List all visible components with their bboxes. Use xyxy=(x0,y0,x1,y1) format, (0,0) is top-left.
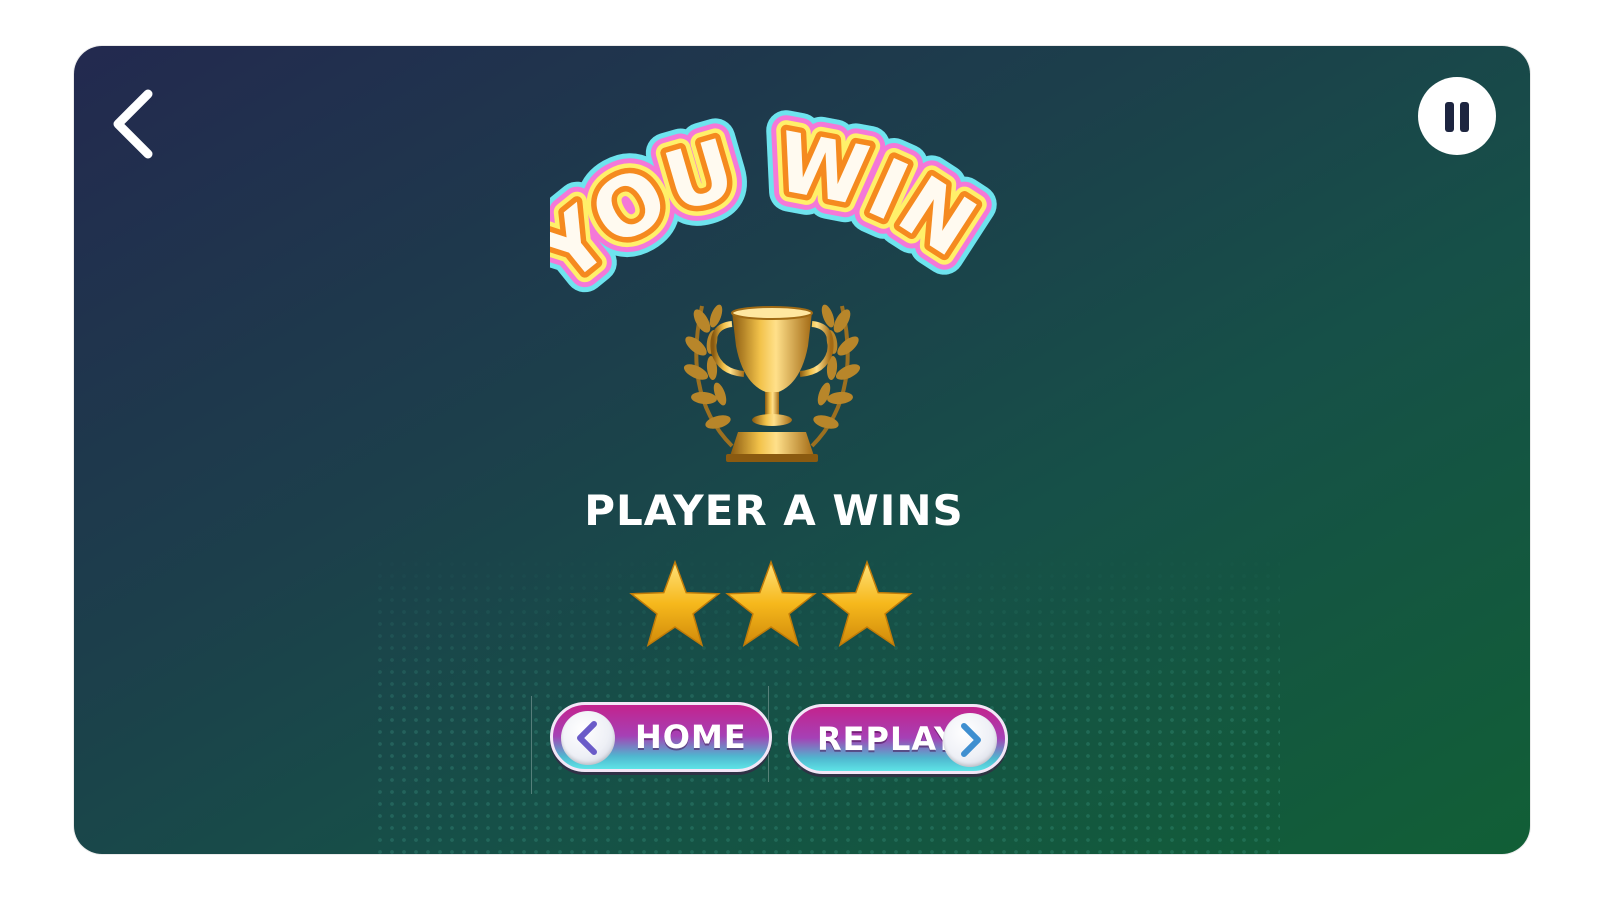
divider-line xyxy=(531,696,532,794)
replay-button[interactable]: REPLAY xyxy=(788,704,1008,774)
svg-text:YOU WIN!: YOU WIN! xyxy=(550,108,993,298)
star-icon xyxy=(629,559,721,647)
chevron-left-icon xyxy=(113,89,153,159)
home-arrow-circle xyxy=(561,711,615,765)
chevron-left-icon xyxy=(577,721,597,755)
home-button-label: HOME xyxy=(635,718,747,756)
star-rating xyxy=(629,559,913,647)
pause-button[interactable] xyxy=(1418,77,1496,155)
chevron-right-icon xyxy=(961,723,981,757)
winner-text: PLAYER A WINS xyxy=(584,486,964,535)
trophy-icon xyxy=(683,304,861,462)
star-icon xyxy=(821,559,913,647)
back-button[interactable] xyxy=(108,86,164,162)
game-over-screen: YOU WIN! YOU WIN! YOU WIN! YOU WIN! YOU … xyxy=(74,46,1530,854)
replay-arrow-circle xyxy=(943,713,997,767)
star-icon xyxy=(725,559,817,647)
you-win-title: YOU WIN! YOU WIN! YOU WIN! YOU WIN! YOU … xyxy=(550,108,1000,298)
home-button[interactable]: HOME xyxy=(550,702,772,772)
replay-button-label: REPLAY xyxy=(817,720,959,758)
you-win-text: YOU WIN! xyxy=(550,108,991,298)
